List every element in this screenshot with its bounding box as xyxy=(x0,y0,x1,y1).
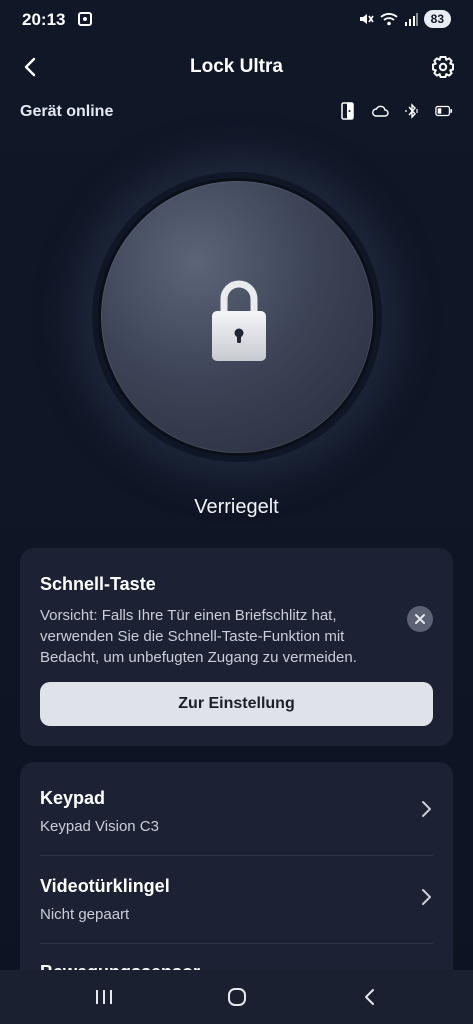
divider xyxy=(40,943,433,944)
cloud-icon xyxy=(371,102,389,120)
settings-button[interactable] xyxy=(425,49,461,85)
quick-key-title: Schnell-Taste xyxy=(40,574,156,594)
page-title: Lock Ultra xyxy=(190,56,283,77)
gear-icon xyxy=(432,56,454,78)
system-nav-bar xyxy=(0,970,473,1024)
battery-level: 83 xyxy=(423,10,451,28)
list-item-keypad[interactable]: Keypad Keypad Vision C3 xyxy=(40,762,433,850)
lock-button-glow xyxy=(92,172,382,462)
door-sensor-icon xyxy=(339,102,357,120)
chevron-right-icon xyxy=(422,889,431,905)
lock-state-label: Verriegelt xyxy=(194,496,279,518)
list-item-doorbell[interactable]: Videotürklingel Nicht gepaart xyxy=(40,850,433,938)
list-item-subtitle: Keypad Vision C3 xyxy=(40,818,159,835)
device-status-row: Gerät online xyxy=(20,98,453,126)
mute-icon xyxy=(359,14,374,24)
quick-key-warning: Vorsicht: Falls Ihre Tür einen Briefschl… xyxy=(40,607,357,666)
list-item-subtitle: Nicht gepaart xyxy=(40,906,130,923)
go-to-settings-button[interactable]: Zur Einstellung xyxy=(40,682,433,726)
status-bar: 20:13 83 xyxy=(0,0,473,44)
close-icon xyxy=(415,614,425,624)
status-icons: 83 xyxy=(358,10,451,28)
back-nav-button[interactable] xyxy=(350,982,390,1012)
bluetooth-icon xyxy=(403,102,421,120)
home-button[interactable] xyxy=(217,982,257,1012)
chevron-right-icon xyxy=(422,801,431,817)
battery-icon xyxy=(435,102,453,120)
dismiss-button[interactable] xyxy=(407,606,433,632)
device-online-status: Gerät online xyxy=(20,103,114,120)
padlock-icon xyxy=(212,280,266,361)
wifi-icon xyxy=(380,13,398,26)
recent-apps-icon xyxy=(96,990,112,1004)
device-icons xyxy=(339,102,453,120)
header: Lock Ultra xyxy=(0,44,473,90)
lock-toggle-button[interactable] xyxy=(98,178,376,456)
signal-icon xyxy=(404,13,418,26)
screenshot-icon xyxy=(78,12,92,26)
recent-apps-button[interactable] xyxy=(84,982,124,1012)
back-arrow-icon xyxy=(365,989,374,1005)
list-item-title: Keypad xyxy=(40,788,106,808)
status-time: 20:13 xyxy=(22,10,66,29)
list-item-title: Videotürklingel xyxy=(40,876,170,896)
quick-key-card: Schnell-Taste Vorsicht: Falls Ihre Tür e… xyxy=(20,548,453,746)
home-icon xyxy=(228,988,246,1006)
